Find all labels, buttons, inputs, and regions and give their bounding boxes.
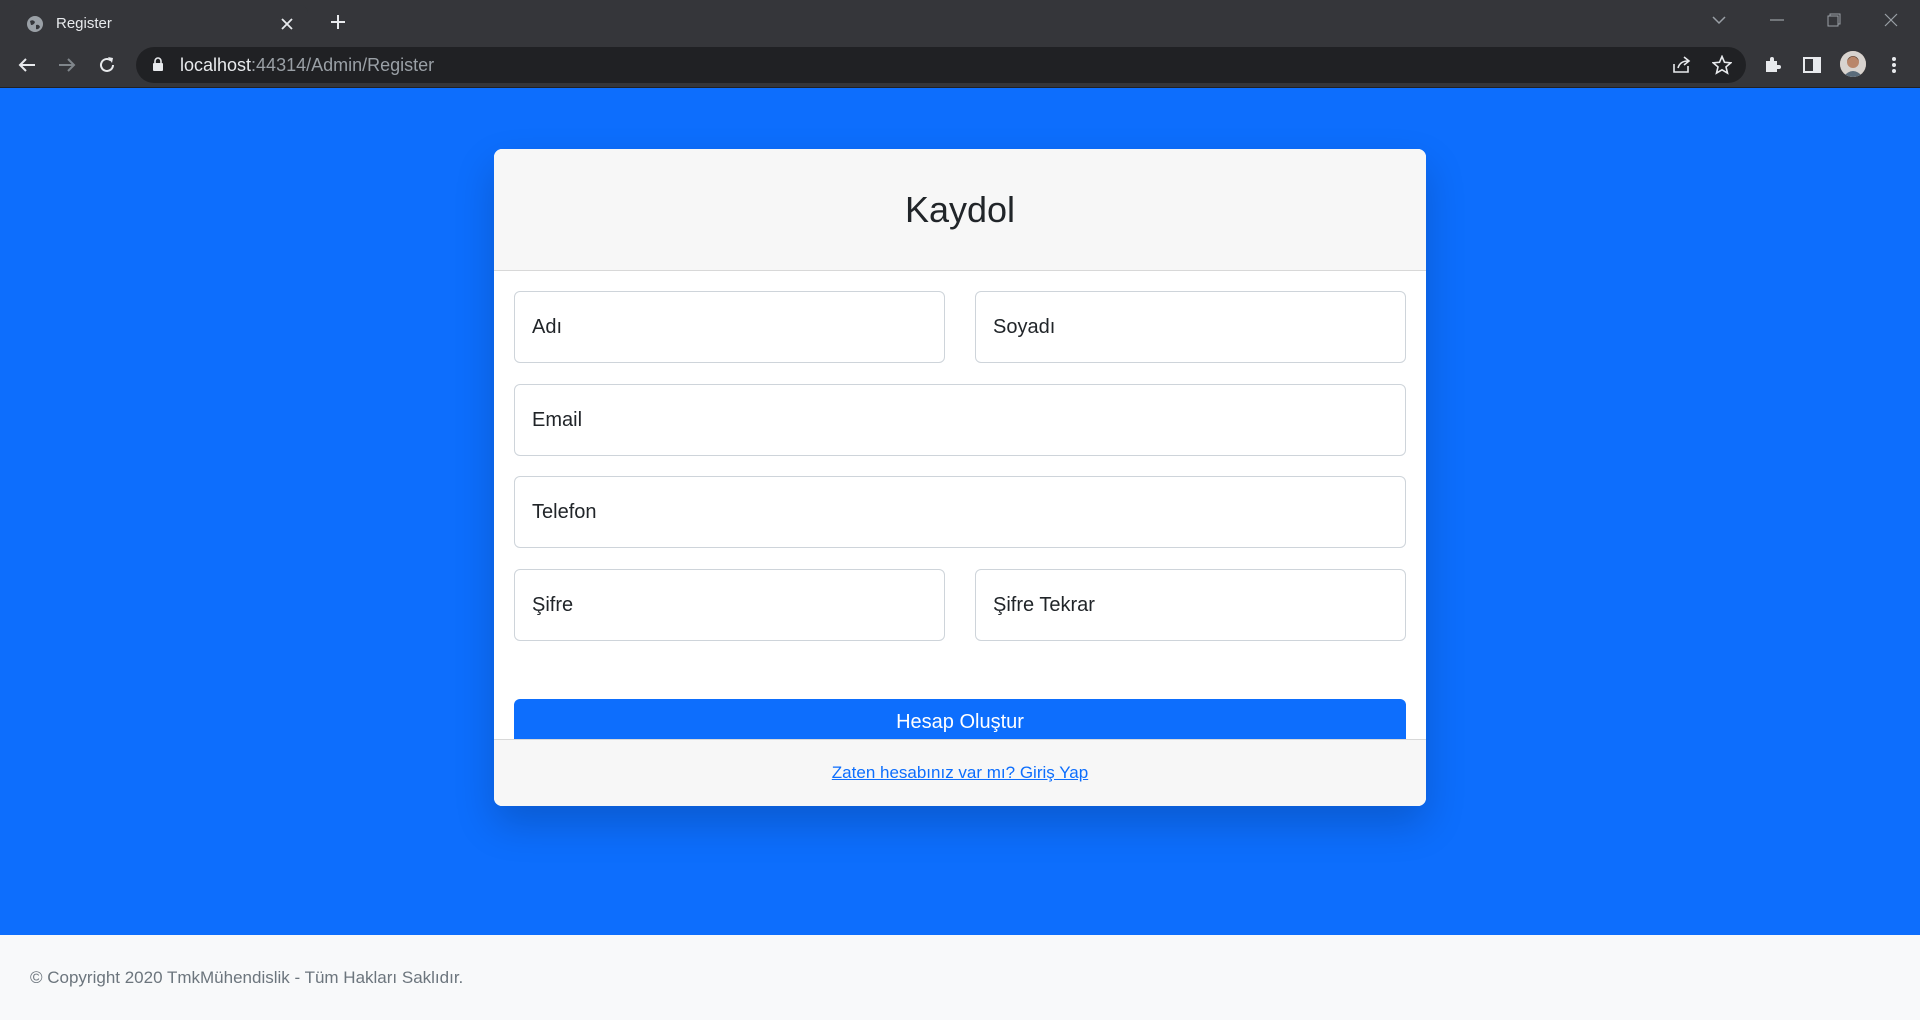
register-card: Kaydol Hesap Oluştur Zaten hesab	[494, 149, 1426, 806]
page-background: Kaydol Hesap Oluştur Zaten hesab	[0, 88, 1920, 935]
email-input[interactable]	[530, 407, 1405, 433]
close-tab-icon[interactable]	[278, 15, 296, 33]
back-icon[interactable]	[13, 51, 41, 79]
password-repeat-input[interactable]	[991, 592, 1405, 618]
password-field[interactable]	[514, 569, 945, 641]
browser-tab[interactable]: Register	[10, 5, 308, 42]
close-window-icon[interactable]	[1876, 8, 1906, 32]
card-header: Kaydol	[494, 149, 1426, 271]
first-name-field[interactable]	[514, 291, 945, 363]
extensions-icon[interactable]	[1758, 51, 1786, 79]
email-field[interactable]	[514, 384, 1406, 456]
url-path: :44314/Admin/Register	[251, 54, 435, 75]
globe-icon	[26, 15, 44, 33]
password-input[interactable]	[530, 592, 944, 618]
address-bar[interactable]: localhost:44314/Admin/Register	[136, 47, 1746, 83]
card-footer: Zaten hesabınız var mı? Giriş Yap	[494, 739, 1426, 806]
restore-icon[interactable]	[1819, 8, 1849, 32]
forward-icon[interactable]	[53, 51, 81, 79]
menu-kebab-icon[interactable]	[1880, 51, 1908, 79]
new-tab-icon[interactable]	[326, 10, 350, 34]
last-name-input[interactable]	[991, 314, 1405, 340]
share-icon[interactable]	[1668, 51, 1696, 79]
browser-tab-strip: Register	[0, 0, 1920, 42]
page-title: Kaydol	[904, 188, 1016, 230]
tab-title: Register	[56, 15, 112, 32]
profile-avatar[interactable]	[1840, 51, 1866, 77]
url-host: localhost	[180, 54, 252, 75]
card-body	[494, 271, 1426, 739]
reload-icon[interactable]	[93, 51, 121, 79]
tab-search-icon[interactable]	[1704, 8, 1734, 32]
login-link[interactable]: Zaten hesabınız var mı? Giriş Yap	[832, 763, 1088, 783]
password-repeat-field[interactable]	[975, 569, 1406, 641]
phone-input[interactable]	[530, 499, 1405, 525]
lock-icon[interactable]	[152, 57, 166, 73]
last-name-field[interactable]	[975, 291, 1406, 363]
browser-toolbar: localhost:44314/Admin/Register	[0, 42, 1920, 88]
side-panel-icon[interactable]	[1798, 51, 1826, 79]
phone-field[interactable]	[514, 476, 1406, 548]
bookmark-star-icon[interactable]	[1708, 51, 1736, 79]
minimize-icon[interactable]	[1762, 8, 1792, 32]
site-footer: © Copyright 2020 TmkMühendislik - Tüm Ha…	[0, 935, 1920, 1020]
copyright-text: © Copyright 2020 TmkMühendislik - Tüm Ha…	[30, 967, 464, 987]
first-name-input[interactable]	[530, 314, 944, 340]
